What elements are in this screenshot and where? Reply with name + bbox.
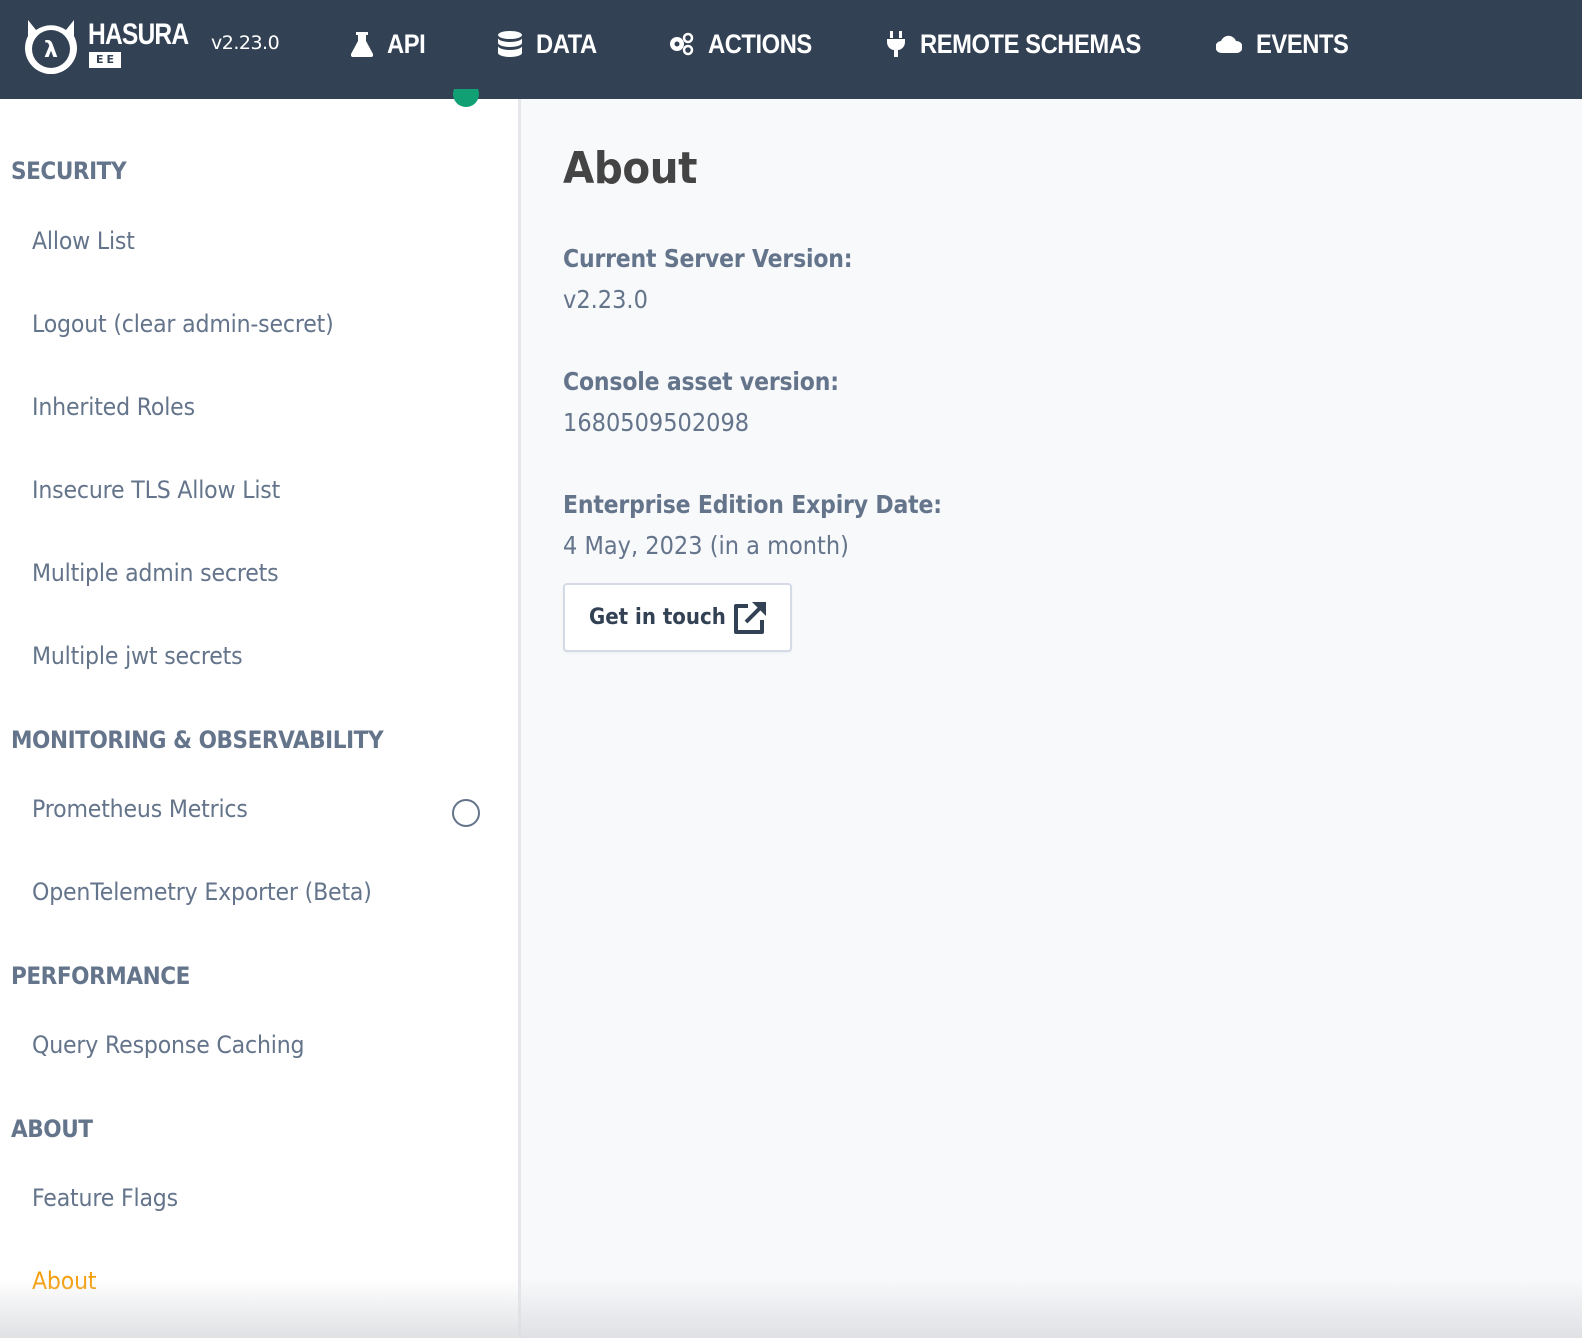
- plug-icon: [887, 31, 905, 57]
- sidebar-item-opentelemetry[interactable]: OpenTelemetry Exporter (Beta): [32, 878, 372, 906]
- sidebar-item-prometheus-metrics[interactable]: Prometheus Metrics: [32, 795, 248, 823]
- console-asset-version-value: 1680509502098: [563, 408, 750, 437]
- main-content: About Current Server Version: v2.23.0 Co…: [524, 99, 1582, 1338]
- sidebar-item-multiple-jwt-secrets[interactable]: Multiple jwt secrets: [32, 642, 243, 670]
- console-asset-version-label: Console asset version:: [563, 367, 839, 396]
- hasura-logo-icon[interactable]: λ: [22, 16, 80, 74]
- header-version: v2.23.0: [211, 32, 280, 54]
- nav-actions[interactable]: ACTIONS: [668, 26, 826, 62]
- status-indicator-icon: [453, 89, 479, 109]
- nav-api[interactable]: API: [351, 26, 431, 62]
- get-in-touch-button[interactable]: Get in touch: [563, 583, 792, 652]
- sidebar-item-insecure-tls[interactable]: Insecure TLS Allow List: [32, 476, 280, 504]
- status-ring-icon: [452, 799, 480, 827]
- nav-data[interactable]: DATA: [498, 26, 605, 62]
- external-link-icon: [734, 601, 766, 634]
- sidebar: SECURITY Allow List Logout (clear admin-…: [0, 89, 521, 1338]
- top-navbar: λ HASURA EE v2.23.0 API DATA ACTIONS REM…: [0, 0, 1582, 99]
- get-in-touch-label: Get in touch: [589, 605, 726, 630]
- svg-text:λ: λ: [44, 38, 58, 63]
- section-security: SECURITY: [11, 157, 127, 185]
- edition-badge: EE: [89, 52, 121, 68]
- section-about: ABOUT: [11, 1115, 93, 1143]
- nav-data-label: DATA: [536, 28, 597, 59]
- nav-remote-schemas-label: REMOTE SCHEMAS: [920, 28, 1141, 59]
- section-monitoring: MONITORING & OBSERVABILITY: [11, 726, 384, 754]
- cogs-icon: [670, 32, 694, 56]
- cloud-icon: [1216, 35, 1242, 54]
- sidebar-item-query-response-caching[interactable]: Query Response Caching: [32, 1031, 305, 1059]
- brand-name: HASURA: [88, 18, 189, 51]
- nav-events[interactable]: EVENTS: [1216, 26, 1361, 62]
- nav-remote-schemas[interactable]: REMOTE SCHEMAS: [886, 26, 1171, 62]
- ee-expiry-label: Enterprise Edition Expiry Date:: [563, 490, 942, 519]
- nav-api-label: API: [387, 28, 426, 59]
- section-performance: PERFORMANCE: [11, 962, 190, 990]
- sidebar-item-inherited-roles[interactable]: Inherited Roles: [32, 393, 195, 421]
- sidebar-item-feature-flags[interactable]: Feature Flags: [32, 1184, 178, 1212]
- ee-expiry-value: 4 May, 2023 (in a month): [563, 531, 849, 560]
- flask-icon: [351, 32, 373, 57]
- sidebar-item-multiple-admin-secrets[interactable]: Multiple admin secrets: [32, 559, 279, 587]
- sidebar-item-logout[interactable]: Logout (clear admin-secret): [32, 310, 334, 338]
- page-title: About: [563, 143, 697, 194]
- nav-events-label: EVENTS: [1256, 28, 1349, 59]
- sidebar-item-allow-list[interactable]: Allow List: [32, 227, 135, 255]
- nav-actions-label: ACTIONS: [708, 28, 812, 59]
- server-version-value: v2.23.0: [563, 285, 648, 314]
- sidebar-item-about[interactable]: About: [32, 1267, 97, 1295]
- server-version-label: Current Server Version:: [563, 244, 853, 273]
- database-icon: [498, 31, 522, 57]
